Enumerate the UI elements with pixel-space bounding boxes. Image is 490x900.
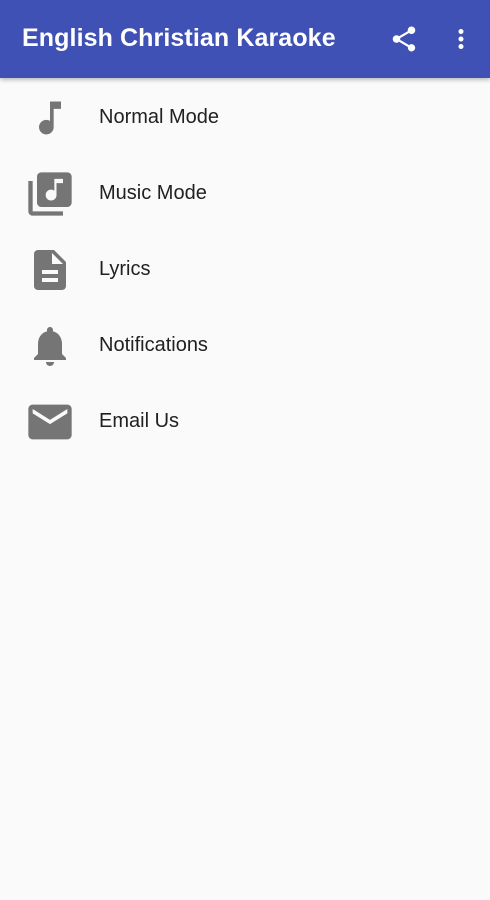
menu-item-lyrics[interactable]: Lyrics — [0, 232, 490, 308]
share-button[interactable] — [387, 22, 421, 56]
overflow-menu-button[interactable] — [444, 22, 478, 56]
music-note-icon — [24, 92, 76, 144]
music-library-icon — [24, 168, 76, 220]
menu-item-label: Notifications — [99, 334, 208, 356]
bell-icon — [24, 320, 76, 372]
app-title: English Christian Karaoke — [22, 24, 336, 52]
menu-item-normal-mode[interactable]: Normal Mode — [0, 80, 490, 156]
share-icon — [392, 26, 416, 52]
menu-item-email-us[interactable]: Email Us — [0, 384, 490, 460]
document-icon — [24, 244, 76, 296]
menu-item-notifications[interactable]: Notifications — [0, 308, 490, 384]
menu-list: Normal Mode Music Mode Lyrics Notificati… — [0, 80, 490, 460]
menu-item-label: Email Us — [99, 410, 180, 432]
more-vert-icon — [458, 29, 464, 49]
menu-item-label: Music Mode — [99, 182, 207, 204]
menu-item-label: Lyrics — [99, 258, 151, 280]
menu-item-music-mode[interactable]: Music Mode — [0, 156, 490, 232]
app-bar: English Christian Karaoke — [0, 0, 490, 78]
email-icon — [24, 396, 76, 448]
menu-item-label: Normal Mode — [99, 106, 220, 128]
